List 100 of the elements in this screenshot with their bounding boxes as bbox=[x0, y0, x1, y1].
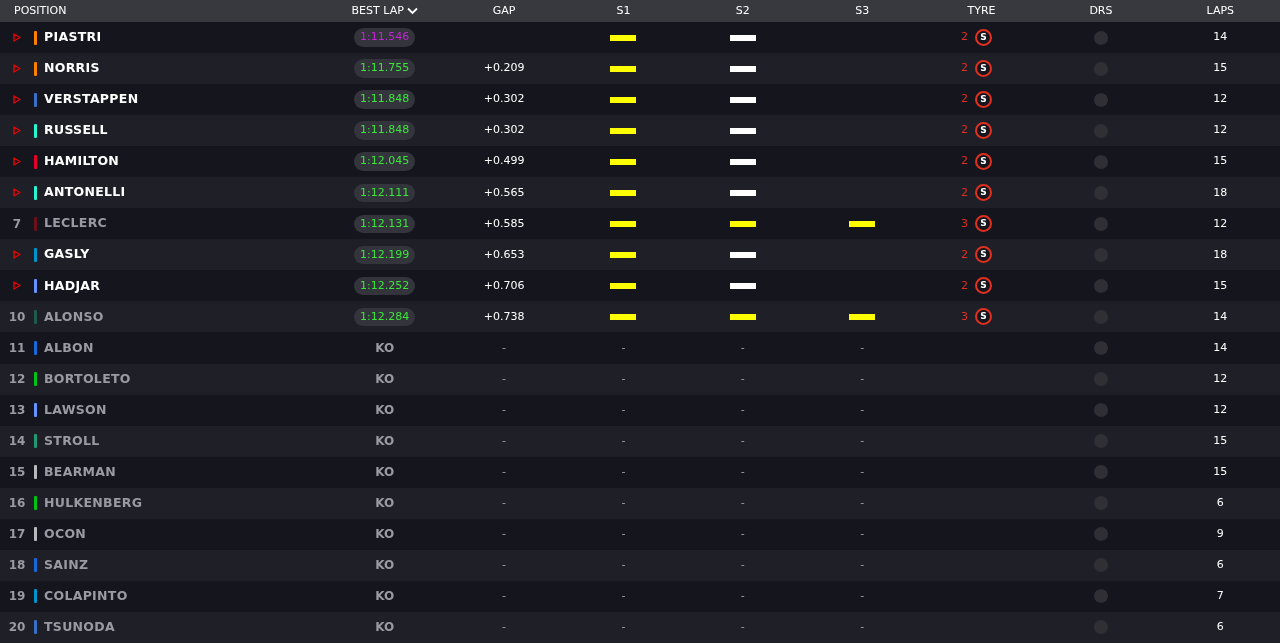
driver-name: BORTOLETO bbox=[44, 369, 131, 388]
sector-dash: - bbox=[621, 619, 626, 636]
tyre-compound-badge: S bbox=[975, 184, 993, 202]
best-lap-time: 1:12.199 bbox=[354, 245, 416, 265]
best-lap-time: 1:11.848 bbox=[354, 90, 416, 109]
column-header[interactable]: S1 bbox=[616, 2, 631, 20]
sector-dash: - bbox=[740, 526, 745, 542]
gap-value: - bbox=[502, 619, 507, 636]
laps-count: 15 bbox=[1213, 432, 1228, 449]
sector-dash: - bbox=[621, 526, 626, 542]
laps-count: 18 bbox=[1213, 184, 1228, 201]
sector-dash: - bbox=[860, 526, 865, 542]
drs-indicator-icon bbox=[1093, 30, 1108, 45]
sector-dash: - bbox=[740, 432, 745, 449]
sector-dash: - bbox=[860, 463, 865, 480]
sector-dash: - bbox=[621, 432, 626, 449]
drs-indicator-icon bbox=[1093, 403, 1108, 418]
laps-count: 12 bbox=[1213, 122, 1228, 139]
gap-value: - bbox=[502, 526, 507, 542]
gap-value: - bbox=[502, 494, 507, 511]
best-lap-time: 1:12.252 bbox=[354, 276, 416, 296]
tyre-compound-badge: S bbox=[975, 122, 993, 140]
sector-dash: - bbox=[621, 588, 626, 605]
position-number: 7 bbox=[12, 215, 22, 233]
driver-name: ALONSO bbox=[44, 307, 104, 326]
tyre-compound-badge: S bbox=[975, 277, 993, 295]
column-header[interactable]: BEST LAP bbox=[351, 2, 418, 20]
pit-stop-count: 2 bbox=[961, 91, 969, 108]
sector-dash: - bbox=[621, 401, 626, 418]
position-number: 10 bbox=[8, 308, 26, 326]
drs-indicator-icon bbox=[1093, 589, 1108, 604]
drs-indicator-icon bbox=[1093, 154, 1108, 169]
gap-value: - bbox=[502, 588, 507, 605]
gap-value: - bbox=[502, 339, 507, 356]
position-number: 15 bbox=[8, 464, 26, 482]
sector-dash: - bbox=[740, 588, 745, 605]
sector-dash: - bbox=[740, 401, 745, 418]
best-lap-time: 1:12.111 bbox=[354, 183, 416, 202]
sector-dash: - bbox=[860, 339, 865, 356]
laps-count: 14 bbox=[1213, 308, 1228, 325]
gap-value: - bbox=[502, 432, 507, 449]
sector-dash: - bbox=[621, 463, 626, 480]
laps-count: 15 bbox=[1213, 277, 1228, 294]
chevron-down-icon bbox=[406, 7, 418, 15]
column-header[interactable]: TYRE bbox=[967, 2, 996, 20]
knocked-out-label: KO bbox=[375, 557, 395, 575]
laps-count: 15 bbox=[1213, 153, 1228, 170]
position-number: 11 bbox=[8, 340, 26, 357]
tyre-compound-badge: S bbox=[975, 153, 993, 171]
tyre-compound-badge: S bbox=[975, 29, 993, 46]
laps-count: 15 bbox=[1213, 60, 1228, 77]
gap-value: +0.706 bbox=[483, 277, 525, 294]
column-header[interactable]: S3 bbox=[855, 2, 870, 20]
drs-indicator-icon bbox=[1093, 278, 1108, 293]
pit-stop-count: 2 bbox=[961, 277, 969, 294]
column-header[interactable]: POSITION bbox=[14, 2, 325, 20]
driver-name: HADJAR bbox=[44, 276, 101, 295]
position-number: 17 bbox=[8, 526, 26, 544]
tyre-compound-badge: S bbox=[975, 215, 993, 233]
knocked-out-label: KO bbox=[375, 433, 395, 451]
column-header[interactable]: DRS bbox=[1089, 2, 1113, 20]
knocked-out-label: KO bbox=[375, 619, 395, 637]
knocked-out-label: KO bbox=[375, 495, 395, 513]
sector-dash: - bbox=[740, 619, 745, 636]
sector-dash: - bbox=[860, 370, 865, 387]
pit-stop-count: 2 bbox=[961, 153, 969, 170]
column-header[interactable]: GAP bbox=[492, 2, 516, 20]
column-header[interactable]: LAPS bbox=[1206, 2, 1235, 20]
best-lap-time: 1:12.131 bbox=[354, 214, 416, 234]
driver-name: HULKENBERG bbox=[44, 493, 143, 512]
drs-indicator-icon bbox=[1093, 216, 1108, 231]
laps-count: 18 bbox=[1213, 246, 1228, 263]
driver-name: HAMILTON bbox=[44, 152, 120, 171]
pit-stop-count: 2 bbox=[961, 29, 969, 46]
laps-count: 12 bbox=[1213, 370, 1228, 387]
pit-stop-count: 2 bbox=[961, 122, 969, 139]
column-header[interactable]: S2 bbox=[735, 2, 750, 20]
gap-value: +0.499 bbox=[483, 153, 525, 170]
knocked-out-label: KO bbox=[375, 371, 395, 389]
gap-value: +0.209 bbox=[483, 60, 525, 77]
tyre-compound-badge: S bbox=[975, 91, 993, 109]
driver-name: BEARMAN bbox=[44, 462, 117, 481]
best-lap-time: 1:12.284 bbox=[354, 307, 416, 327]
gap-value: +0.302 bbox=[483, 122, 525, 139]
knocked-out-label: KO bbox=[375, 588, 395, 606]
laps-count: 6 bbox=[1216, 494, 1224, 511]
knocked-out-label: KO bbox=[375, 464, 395, 482]
gap-value: +0.653 bbox=[483, 246, 525, 263]
gap-value: +0.565 bbox=[483, 184, 525, 201]
laps-count: 6 bbox=[1216, 557, 1224, 574]
position-number: 16 bbox=[8, 495, 26, 513]
sector-dash: - bbox=[860, 432, 865, 449]
knocked-out-label: KO bbox=[375, 340, 395, 357]
gap-value: - bbox=[502, 401, 507, 418]
drs-indicator-icon bbox=[1093, 465, 1108, 480]
driver-name: TSUNODA bbox=[44, 618, 115, 637]
sector-dash: - bbox=[621, 557, 626, 574]
sector-dash: - bbox=[621, 494, 626, 511]
drs-indicator-icon bbox=[1093, 92, 1108, 107]
position-number: 18 bbox=[8, 557, 26, 575]
